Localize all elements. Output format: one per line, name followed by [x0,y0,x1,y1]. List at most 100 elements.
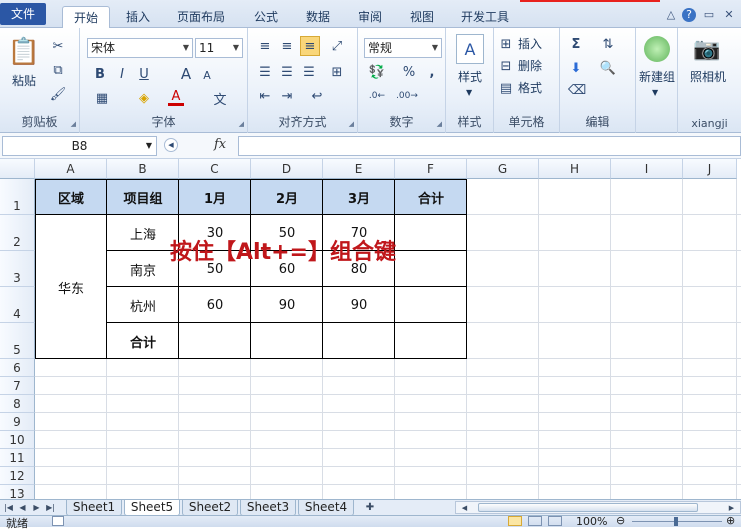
select-all-corner[interactable] [0,159,35,179]
value-cell[interactable] [323,323,395,359]
camera-button[interactable]: 照相机 [682,68,734,86]
table-header-cell[interactable]: 1月 [179,179,251,215]
row-header[interactable]: 5 [0,323,35,359]
comma-button[interactable]: , [426,64,438,80]
tab-page-layout[interactable]: 页面布局 [168,6,234,28]
formula-input[interactable] [238,136,741,156]
normal-view-icon[interactable] [508,516,522,526]
column-header[interactable]: D [251,159,323,179]
name-box[interactable]: B8 ▼ [2,136,157,156]
help-icon[interactable]: ? [682,8,696,22]
table-header-cell[interactable]: 3月 [323,179,395,215]
font-color-button[interactable]: A [168,89,184,106]
zoom-slider-thumb[interactable] [674,517,678,526]
column-header[interactable]: C [179,159,251,179]
border-icon[interactable]: ▦ [92,90,112,106]
row-header[interactable]: 6 [0,359,35,377]
value-cell[interactable] [395,323,467,359]
row-header[interactable]: 9 [0,413,35,431]
zoom-out-icon[interactable]: ⊖ [616,514,625,527]
bold-button[interactable]: B [92,66,108,82]
tab-formulas[interactable]: 公式 [244,6,288,28]
clear-icon[interactable]: ⌫ [568,82,586,98]
minimize-ribbon-icon[interactable]: △ [664,8,678,22]
page-break-view-icon[interactable] [548,516,562,526]
restore-icon[interactable]: ▭ [702,8,716,22]
column-header[interactable]: J [683,159,737,179]
align-bottom-icon[interactable]: ≡ [300,36,320,56]
tab-home[interactable]: 开始 [62,6,110,29]
column-header[interactable]: A [35,159,107,179]
region-cell[interactable]: 华东 [35,215,107,359]
percent-button[interactable]: % [402,64,416,80]
currency-icon[interactable]: 💱 [366,64,388,80]
wrap-text-icon[interactable]: ↩ [306,88,328,104]
page-layout-view-icon[interactable] [528,516,542,526]
scroll-left-icon[interactable]: ◀ [458,502,471,515]
value-cell[interactable] [395,251,467,287]
format-cells-icon[interactable]: ▤ [498,80,514,96]
row-header[interactable]: 7 [0,377,35,395]
italic-button[interactable]: I [114,66,130,82]
paste-icon[interactable]: 📋 [8,34,40,70]
close-icon[interactable]: ✕ [722,8,736,22]
paste-button[interactable]: 粘贴 [12,72,36,90]
copy-icon[interactable]: ⧉ [50,62,66,78]
sheet-tab-sheet2[interactable]: Sheet2 [182,500,238,516]
first-sheet-icon[interactable]: |◀ [2,501,15,514]
align-top-icon[interactable]: ≡ [256,38,274,54]
column-header[interactable]: F [395,159,467,179]
delete-cells-button[interactable]: 删除 [518,57,542,75]
underline-button[interactable]: U [136,66,152,82]
autosum-button[interactable]: Σ [568,36,584,52]
alignment-expand-icon[interactable]: ◢ [349,120,354,128]
number-format-select[interactable]: 常规 ▼ [364,38,442,58]
sheet-tab-sheet3[interactable]: Sheet3 [240,500,296,516]
group-cell[interactable]: 杭州 [107,287,179,323]
table-header-cell[interactable]: 区域 [35,179,107,215]
align-right-icon[interactable]: ☰ [300,64,318,80]
zoom-in-icon[interactable]: ⊕ [726,514,735,527]
insert-sheet-icon[interactable]: ✚ [362,501,378,514]
row-header[interactable]: 13 [0,485,35,499]
horizontal-scroll-thumb[interactable] [478,503,698,512]
row-header[interactable]: 11 [0,449,35,467]
grow-font-button[interactable]: A [178,65,194,83]
tab-data[interactable]: 数据 [298,6,338,28]
styles-icon[interactable]: A [456,34,484,64]
column-header[interactable]: H [539,159,611,179]
value-cell[interactable] [395,215,467,251]
row-header[interactable]: 4 [0,287,35,323]
tab-view[interactable]: 视图 [402,6,442,28]
fill-icon[interactable]: ⬇ [568,60,584,76]
value-cell[interactable]: 90 [323,287,395,323]
merge-center-icon[interactable]: ⊞ [326,64,348,80]
shrink-font-button[interactable]: A [200,68,214,82]
macro-record-icon[interactable] [52,516,64,526]
sheet-tab-sheet4[interactable]: Sheet4 [298,500,354,516]
column-header[interactable]: G [467,159,539,179]
prev-sheet-icon[interactable]: ◀ [16,501,29,514]
sort-filter-icon[interactable]: ⇅ [598,36,618,52]
decrease-indent-icon[interactable]: ⇤ [256,88,274,104]
tab-file[interactable]: 文件 [0,3,46,25]
value-cell[interactable]: 90 [251,287,323,323]
insert-cells-button[interactable]: 插入 [518,35,542,53]
value-cell[interactable] [251,323,323,359]
tab-developer[interactable]: 开发工具 [452,6,518,28]
table-header-cell[interactable]: 项目组 [107,179,179,215]
row-header[interactable]: 3 [0,251,35,287]
orientation-icon[interactable]: ⤢ [328,38,346,54]
camera-icon[interactable]: 📷 [692,36,722,62]
new-group-icon[interactable] [644,36,670,62]
sheet-tab-sheet1[interactable]: Sheet1 [66,500,122,516]
cut-icon[interactable]: ✂ [50,38,66,54]
value-cell[interactable] [179,323,251,359]
row-header[interactable]: 8 [0,395,35,413]
formula-bar-expand-icon[interactable]: ◀ [164,138,178,152]
increase-decimal-icon[interactable]: .0← [366,88,388,104]
align-middle-icon[interactable]: ≡ [278,38,296,54]
delete-cells-icon[interactable]: ⊟ [498,58,514,74]
align-left-icon[interactable]: ☰ [256,64,274,80]
number-expand-icon[interactable]: ◢ [437,120,442,128]
